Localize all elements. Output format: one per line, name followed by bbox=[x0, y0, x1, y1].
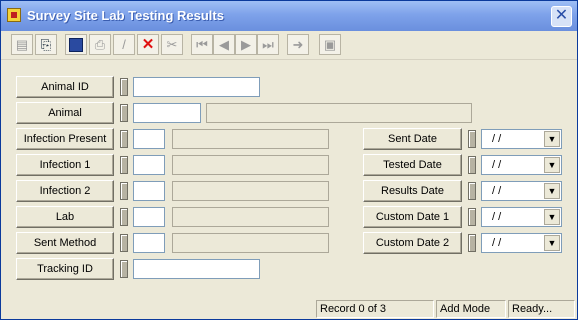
tracking-id-button[interactable]: Tracking ID bbox=[16, 258, 114, 280]
custom-date-1-value: / / bbox=[492, 211, 502, 223]
infection-present-marker bbox=[120, 130, 128, 148]
chevron-down-icon[interactable]: ▼ bbox=[544, 183, 560, 199]
results-date-value: / / bbox=[492, 185, 502, 197]
print-icon: ⎙ bbox=[94, 37, 106, 52]
goto-record-button[interactable]: ➜ bbox=[287, 34, 309, 55]
title-bar[interactable]: Survey Site Lab Testing Results ✕ bbox=[1, 1, 577, 31]
edit-button[interactable]: / bbox=[113, 34, 135, 55]
animal-description-field bbox=[206, 103, 472, 123]
custom-date-1-select[interactable]: / / ▼ bbox=[481, 207, 562, 227]
tested-date-value: / / bbox=[492, 159, 502, 171]
infection-2-description-field bbox=[172, 181, 329, 201]
custom-date-1-marker bbox=[468, 208, 476, 226]
delete-icon: ✕ bbox=[141, 36, 155, 53]
animal-id-input[interactable] bbox=[133, 77, 260, 97]
lab-marker bbox=[120, 208, 128, 226]
sent-date-marker bbox=[468, 130, 476, 148]
sent-method-marker bbox=[120, 234, 128, 252]
first-record-icon: ⏮ bbox=[196, 37, 208, 52]
custom-date-2-select[interactable]: / / ▼ bbox=[481, 233, 562, 253]
cut-button[interactable]: ✂ bbox=[161, 34, 183, 55]
cut-icon: ✂ bbox=[166, 37, 178, 52]
print-button[interactable]: ⎙ bbox=[89, 34, 111, 55]
infection-2-button[interactable]: Infection 2 bbox=[16, 180, 114, 202]
first-record-button[interactable]: ⏮ bbox=[191, 34, 213, 55]
previous-record-icon: ◀ bbox=[219, 37, 229, 52]
next-record-icon: ▶ bbox=[241, 37, 251, 52]
results-date-select[interactable]: / / ▼ bbox=[481, 181, 562, 201]
form-button[interactable]: ▣ bbox=[319, 34, 341, 55]
infection-1-button[interactable]: Infection 1 bbox=[16, 154, 114, 176]
infection-present-input[interactable] bbox=[133, 129, 165, 149]
chevron-down-icon[interactable]: ▼ bbox=[544, 131, 560, 147]
chevron-down-icon[interactable]: ▼ bbox=[544, 157, 560, 173]
infection-2-input[interactable] bbox=[133, 181, 165, 201]
custom-date-2-value: / / bbox=[492, 237, 502, 249]
sent-date-button[interactable]: Sent Date bbox=[363, 128, 462, 150]
tracking-id-input[interactable] bbox=[133, 259, 260, 279]
status-bar: Record 0 of 3 Add Mode Ready... bbox=[1, 298, 577, 319]
save-button[interactable] bbox=[65, 34, 87, 55]
tested-date-button[interactable]: Tested Date bbox=[363, 154, 462, 176]
next-record-button[interactable]: ▶ bbox=[235, 34, 257, 55]
lab-description-field bbox=[172, 207, 329, 227]
ready-indicator: Ready... bbox=[508, 300, 575, 318]
close-button[interactable]: ✕ bbox=[551, 6, 572, 27]
sent-date-value: / / bbox=[492, 133, 502, 145]
last-record-icon: ⏭ bbox=[262, 37, 274, 52]
infection-1-description-field bbox=[172, 155, 329, 175]
tracking-id-marker bbox=[120, 260, 128, 278]
sent-method-input[interactable] bbox=[133, 233, 165, 253]
properties-button[interactable]: ▤ bbox=[11, 34, 33, 55]
open-icon: ⎘ bbox=[40, 37, 52, 52]
animal-button[interactable]: Animal bbox=[16, 102, 114, 124]
animal-id-marker bbox=[120, 78, 128, 96]
infection-present-description-field bbox=[172, 129, 329, 149]
animal-marker bbox=[120, 104, 128, 122]
custom-date-1-button[interactable]: Custom Date 1 bbox=[363, 206, 462, 228]
lab-input[interactable] bbox=[133, 207, 165, 227]
tested-date-select[interactable]: / / ▼ bbox=[481, 155, 562, 175]
sent-method-description-field bbox=[172, 233, 329, 253]
app-icon bbox=[7, 8, 21, 22]
window-title: Survey Site Lab Testing Results bbox=[27, 8, 224, 23]
tested-date-marker bbox=[468, 156, 476, 174]
mode-indicator: Add Mode bbox=[436, 300, 506, 318]
sent-date-select[interactable]: / / ▼ bbox=[481, 129, 562, 149]
lab-button[interactable]: Lab bbox=[16, 206, 114, 228]
goto-record-icon: ➜ bbox=[292, 37, 304, 52]
custom-date-2-marker bbox=[468, 234, 476, 252]
infection-1-marker bbox=[120, 156, 128, 174]
chevron-down-icon[interactable]: ▼ bbox=[544, 209, 560, 225]
results-date-marker bbox=[468, 182, 476, 200]
delete-button[interactable]: ✕ bbox=[137, 34, 159, 55]
infection-present-button[interactable]: Infection Present bbox=[16, 128, 114, 150]
custom-date-2-button[interactable]: Custom Date 2 bbox=[363, 232, 462, 254]
animal-input[interactable] bbox=[133, 103, 201, 123]
record-counter: Record 0 of 3 bbox=[316, 300, 434, 318]
last-record-button[interactable]: ⏭ bbox=[257, 34, 279, 55]
form-icon: ▣ bbox=[323, 37, 337, 52]
infection-2-marker bbox=[120, 182, 128, 200]
sent-method-button[interactable]: Sent Method bbox=[16, 232, 114, 254]
previous-record-button[interactable]: ◀ bbox=[213, 34, 235, 55]
toolbar: ▤ ⎘ ⎙ / ✕ ✂ ⏮ ◀ ▶ ⏭ ➜ ▣ bbox=[1, 31, 577, 60]
chevron-down-icon[interactable]: ▼ bbox=[544, 235, 560, 251]
open-button[interactable]: ⎘ bbox=[35, 34, 57, 55]
properties-icon: ▤ bbox=[15, 37, 29, 52]
results-date-button[interactable]: Results Date bbox=[363, 180, 462, 202]
infection-1-input[interactable] bbox=[133, 155, 165, 175]
animal-id-button[interactable]: Animal ID bbox=[16, 76, 114, 98]
window: Survey Site Lab Testing Results ✕ ▤ ⎘ ⎙ … bbox=[0, 0, 578, 320]
edit-icon: / bbox=[122, 37, 126, 52]
save-icon bbox=[69, 38, 83, 52]
